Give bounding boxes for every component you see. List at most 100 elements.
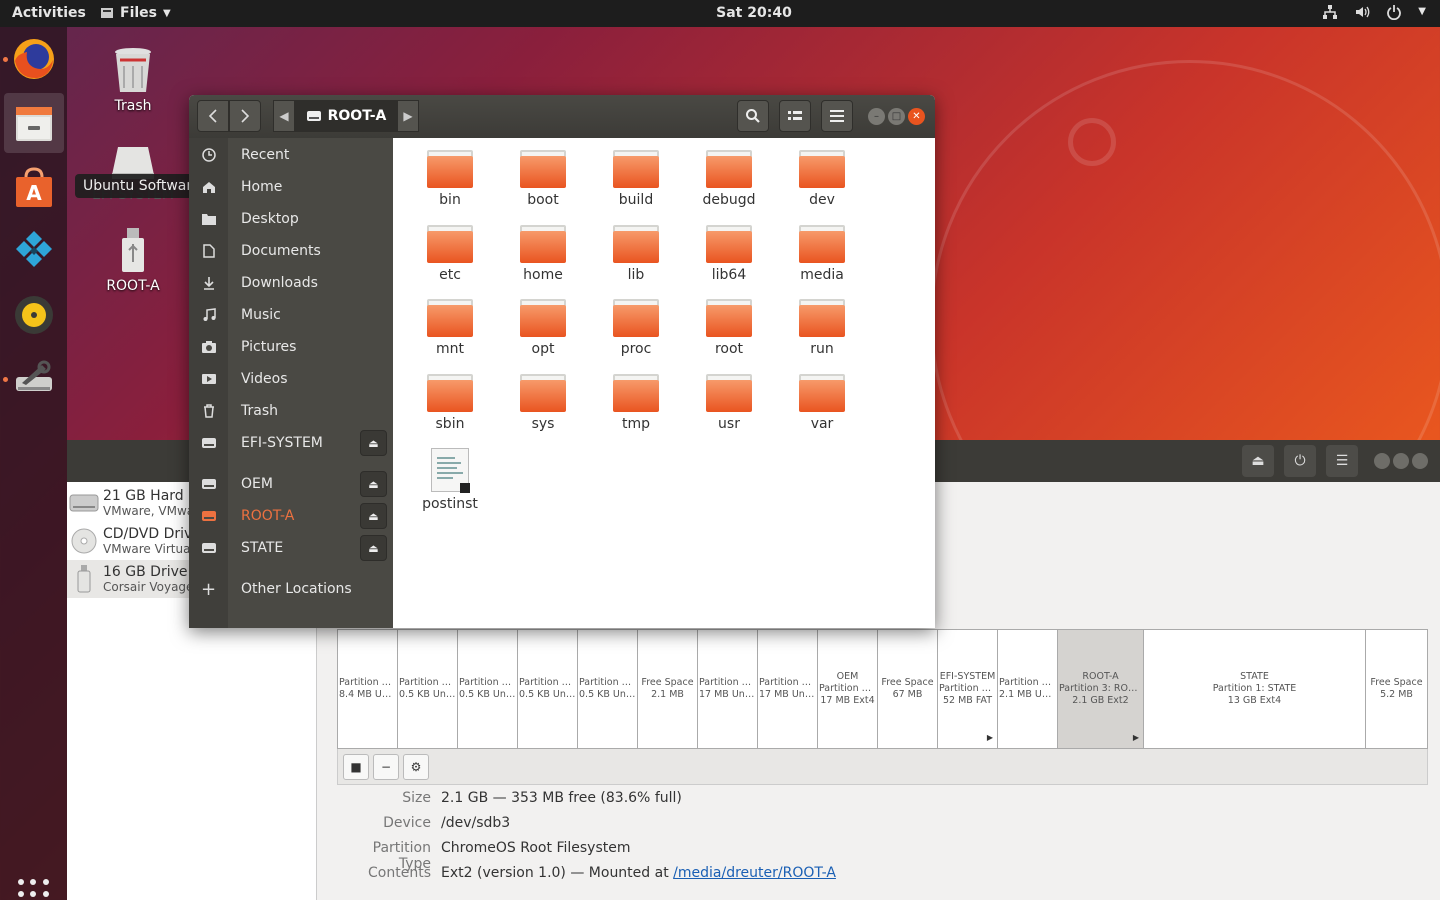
sidebar-item-downloads[interactable]: Downloads — [189, 268, 393, 298]
file-item-label: proc — [620, 341, 652, 357]
eject-button[interactable]: ⏏ — [1242, 445, 1274, 477]
settings-gear-button[interactable]: ⚙ — [403, 754, 429, 780]
sidebar-item-label: Videos — [241, 371, 288, 387]
file-item-usr[interactable]: usr — [684, 373, 774, 432]
file-item-root[interactable]: root — [684, 299, 774, 357]
partition-segment[interactable]: Partition 1… 0.5 KB Unk… — [578, 630, 638, 748]
partition-segment[interactable]: OEM Partition 8… 17 MB Ext4 — [818, 630, 878, 748]
system-tray[interactable]: ▼ — [1322, 4, 1426, 24]
partition-segment[interactable]: Partition 9… 0.5 KB Unk… — [518, 630, 578, 748]
file-item-debugd[interactable]: debugd — [684, 150, 774, 208]
dock-ubuntu-software[interactable]: A — [4, 157, 64, 217]
eject-icon[interactable]: ⏏ — [360, 535, 387, 561]
eject-icon[interactable]: ⏏ — [360, 503, 387, 529]
partition-segment[interactable]: STATE Partition 1: STATE 13 GB Ext4 — [1144, 630, 1366, 748]
maximize-button[interactable] — [1393, 453, 1409, 469]
dock-firefox[interactable] — [4, 29, 64, 89]
menu-button[interactable] — [821, 100, 853, 132]
view-toggle-button[interactable] — [779, 100, 811, 132]
file-item-bin[interactable]: bin — [405, 150, 495, 208]
search-button[interactable] — [737, 100, 769, 132]
partition-segment[interactable]: Free Space 67 MB — [878, 630, 938, 748]
file-item-sys[interactable]: sys — [498, 373, 588, 432]
back-button[interactable] — [197, 100, 229, 132]
partition-segment[interactable]: Partition 1… 8.4 MB Un… — [338, 630, 398, 748]
file-item-etc[interactable]: etc — [405, 224, 495, 283]
partition-segment[interactable]: ROOT-A Partition 3: ROO… 2.1 GB Ext2 ▶ — [1058, 630, 1144, 748]
sidebar-item-desktop[interactable]: Desktop — [189, 204, 393, 234]
close-button[interactable]: ✕ — [908, 108, 925, 125]
sidebar-item-videos[interactable]: Videos — [189, 364, 393, 394]
show-applications-button[interactable] — [18, 879, 50, 900]
dock-files[interactable] — [4, 93, 64, 153]
sidebar-item-trash[interactable]: Trash — [189, 396, 393, 426]
partition-segment[interactable]: EFI-SYSTEM Partition 1… 52 MB FAT ▶ — [938, 630, 998, 748]
sidebar-item-music[interactable]: Music — [189, 300, 393, 330]
file-item-home[interactable]: home — [498, 224, 588, 283]
path-current-button[interactable]: ROOT-A — [295, 100, 397, 132]
desktop-icon-root-a[interactable]: ROOT-A — [78, 228, 188, 294]
partition-label: STATE — [1240, 671, 1269, 682]
sidebar-item-recent[interactable]: Recent — [189, 140, 393, 170]
close-button[interactable] — [1412, 453, 1428, 469]
partition-segment[interactable]: Partition 5… 2.1 MB Un… — [998, 630, 1058, 748]
partition-size: 0.5 KB Unk… — [399, 689, 457, 700]
sidebar-item-efi-system[interactable]: EFI-SYSTEM ⏏ — [189, 428, 393, 458]
sidebar-item-documents[interactable]: Documents — [189, 236, 393, 266]
file-item-sbin[interactable]: sbin — [405, 373, 495, 432]
file-item-dev[interactable]: dev — [777, 150, 867, 208]
partition-segment[interactable]: Partition 2… 17 MB Unk… — [698, 630, 758, 748]
maximize-button[interactable]: □ — [888, 108, 905, 125]
file-item-tmp[interactable]: tmp — [591, 373, 681, 432]
file-item-mnt[interactable]: mnt — [405, 299, 495, 357]
path-scroll-left[interactable]: ◀ — [273, 100, 295, 132]
clock[interactable]: Sat 20:40 — [0, 5, 1440, 21]
sidebar-item-home[interactable]: Home — [189, 172, 393, 202]
eject-icon[interactable]: ⏏ — [360, 430, 387, 456]
dock-kodi[interactable] — [4, 221, 64, 281]
sidebar-item-state[interactable]: STATE ⏏ — [189, 533, 393, 563]
desktop-icon-trash[interactable]: Trash — [78, 46, 188, 114]
delete-partition-button[interactable]: − — [373, 754, 399, 780]
partition-segment[interactable]: Partition 7… 0.5 KB Unk… — [458, 630, 518, 748]
file-item-build[interactable]: build — [591, 150, 681, 208]
forward-button[interactable] — [229, 100, 261, 132]
expand-arrow-icon[interactable]: ▶ — [1133, 732, 1139, 744]
file-item-var[interactable]: var — [777, 373, 867, 432]
file-item-label: home — [523, 266, 563, 283]
partition-segment[interactable]: Free Space 5.2 MB — [1366, 630, 1427, 748]
file-item-opt[interactable]: opt — [498, 299, 588, 357]
file-item-lib64[interactable]: lib64 — [684, 224, 774, 283]
sidebar-item-pictures[interactable]: Pictures — [189, 332, 393, 362]
camera-icon — [189, 341, 228, 353]
mount-point-link[interactable]: /media/dreuter/ROOT-A — [673, 865, 836, 881]
menu-button[interactable]: ☰ — [1326, 445, 1358, 477]
dock-rhythmbox[interactable] — [4, 285, 64, 345]
dock-disks[interactable] — [4, 349, 64, 409]
file-item-lib[interactable]: lib — [591, 224, 681, 283]
minimize-button[interactable] — [1374, 453, 1390, 469]
file-item-proc[interactable]: proc — [591, 299, 681, 357]
usb-drive-icon — [122, 228, 144, 272]
unmount-button[interactable]: ■ — [343, 754, 369, 780]
minimize-button[interactable]: – — [868, 108, 885, 125]
expand-arrow-icon[interactable]: ▶ — [987, 732, 993, 744]
partition-segment[interactable]: Partition 4… 17 MB Unk… — [758, 630, 818, 748]
sidebar-item-label: OEM — [241, 476, 273, 492]
power-off-button[interactable]: ⏻ — [1284, 445, 1316, 477]
file-item-postinst[interactable]: postinst — [405, 448, 495, 512]
partition-segment[interactable]: Partition 6… 0.5 KB Unk… — [398, 630, 458, 748]
file-item-boot[interactable]: boot — [498, 150, 588, 208]
hamburger-icon — [830, 110, 844, 122]
sidebar-item-oem[interactable]: OEM ⏏ — [189, 469, 393, 499]
partition-segment[interactable]: Free Space 2.1 MB — [638, 630, 698, 748]
sidebar-item-other-locations[interactable]: + Other Locations — [189, 574, 393, 604]
sidebar-item-root-a[interactable]: ROOT-A ⏏ — [189, 501, 393, 531]
eject-icon[interactable]: ⏏ — [360, 471, 387, 497]
path-scroll-right[interactable]: ▶ — [397, 100, 419, 132]
folder-icon — [520, 299, 566, 337]
file-item-run[interactable]: run — [777, 299, 867, 357]
partition-name: Partition 1… — [579, 677, 637, 688]
chevron-right-icon — [241, 109, 250, 123]
file-item-media[interactable]: media — [777, 224, 867, 283]
